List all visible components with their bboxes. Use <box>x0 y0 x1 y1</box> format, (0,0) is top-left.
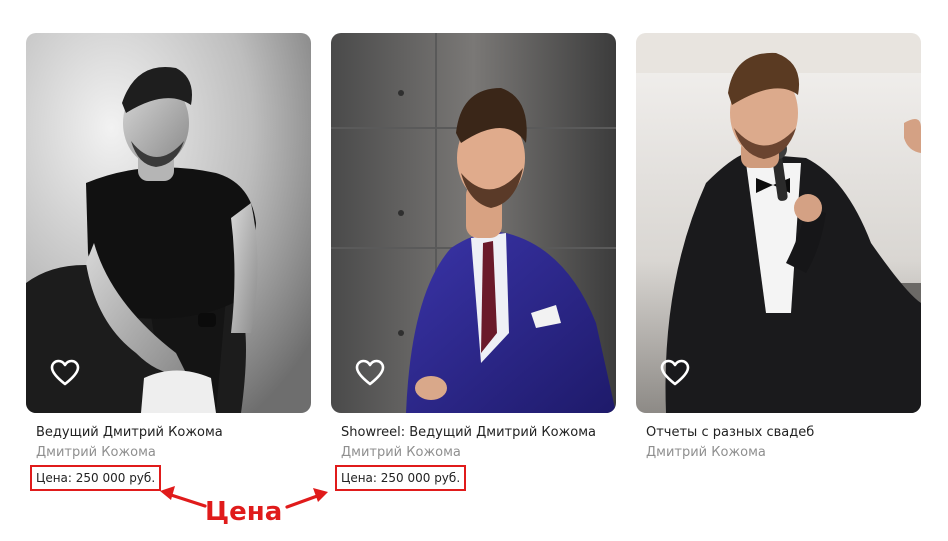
portrait-photo-bw <box>26 33 311 413</box>
favorite-button[interactable] <box>660 359 690 387</box>
favorite-button[interactable] <box>50 359 80 387</box>
card-title[interactable]: Отчеты с разных свадеб <box>646 425 814 440</box>
card-title[interactable]: Showreel: Ведущий Дмитрий Кожома <box>341 425 596 440</box>
heart-outline-icon <box>50 359 80 386</box>
card-price: Цена: 250 000 руб. <box>30 465 162 491</box>
card-author[interactable]: Дмитрий Кожома <box>646 445 766 460</box>
left-arrow-icon <box>160 486 207 508</box>
heart-outline-icon <box>660 359 690 386</box>
card-photo[interactable] <box>331 33 616 413</box>
portfolio-card[interactable]: Ведущий Дмитрий Кожома Дмитрий Кожома Це… <box>26 33 311 491</box>
card-price: Цена: 250 000 руб. <box>335 465 467 491</box>
portfolio-card[interactable]: Отчеты с разных свадеб Дмитрий Кожома <box>636 33 921 460</box>
card-title[interactable]: Ведущий Дмитрий Кожома <box>36 425 223 440</box>
favorite-button[interactable] <box>355 359 385 387</box>
portrait-photo-suit <box>331 33 616 413</box>
heart-outline-icon <box>355 359 385 386</box>
portfolio-card[interactable]: Showreel: Ведущий Дмитрий Кожома Дмитрий… <box>331 33 616 491</box>
annotation-label: Цена <box>205 497 283 527</box>
right-arrow-icon <box>285 488 328 509</box>
card-author[interactable]: Дмитрий Кожома <box>341 445 461 460</box>
card-photo[interactable] <box>26 33 311 413</box>
card-author[interactable]: Дмитрий Кожома <box>36 445 156 460</box>
card-photo[interactable] <box>636 33 921 413</box>
portrait-photo-tuxedo <box>636 33 921 413</box>
